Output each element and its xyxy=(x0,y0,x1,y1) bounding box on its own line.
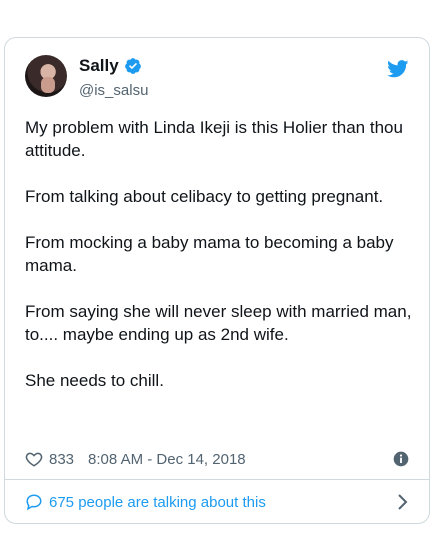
verified-badge-icon xyxy=(124,58,141,74)
tweet-paragraph: From saying she will never sleep with ma… xyxy=(25,302,412,344)
conversation-link[interactable]: 675 people are talking about this xyxy=(25,490,411,514)
tweet-paragraph: My problem with Linda Ikeji is this Holi… xyxy=(25,118,403,160)
tweet-meta: 833 8:08 AM - Dec 14, 2018 xyxy=(25,448,411,470)
avatar[interactable] xyxy=(25,55,67,97)
speech-bubble-icon xyxy=(26,494,42,511)
talking-label: 675 people are talking about this xyxy=(49,493,266,511)
author-row: Sally xyxy=(79,56,142,76)
chevron-right-icon xyxy=(398,494,408,510)
tweet-paragraph: From mocking a baby mama to becoming a b… xyxy=(25,233,394,275)
tweet-paragraph: She needs to chill. xyxy=(25,371,164,390)
divider xyxy=(5,479,429,480)
info-icon[interactable] xyxy=(393,451,409,467)
tweet-paragraph: From talking about celibacy to getting p… xyxy=(25,187,384,206)
tweet-timestamp[interactable]: 8:08 AM - Dec 14, 2018 xyxy=(88,451,246,468)
tweet-card: Sally @is_salsu My problem with Linda Ik… xyxy=(4,37,430,524)
author-handle[interactable]: @is_salsu xyxy=(79,82,148,99)
heart-icon[interactable] xyxy=(25,450,43,468)
twitter-bird-icon[interactable] xyxy=(387,60,409,78)
like-count[interactable]: 833 xyxy=(49,451,74,468)
tweet-text: My problem with Linda Ikeji is this Holi… xyxy=(25,116,415,415)
author-name[interactable]: Sally xyxy=(79,56,119,76)
